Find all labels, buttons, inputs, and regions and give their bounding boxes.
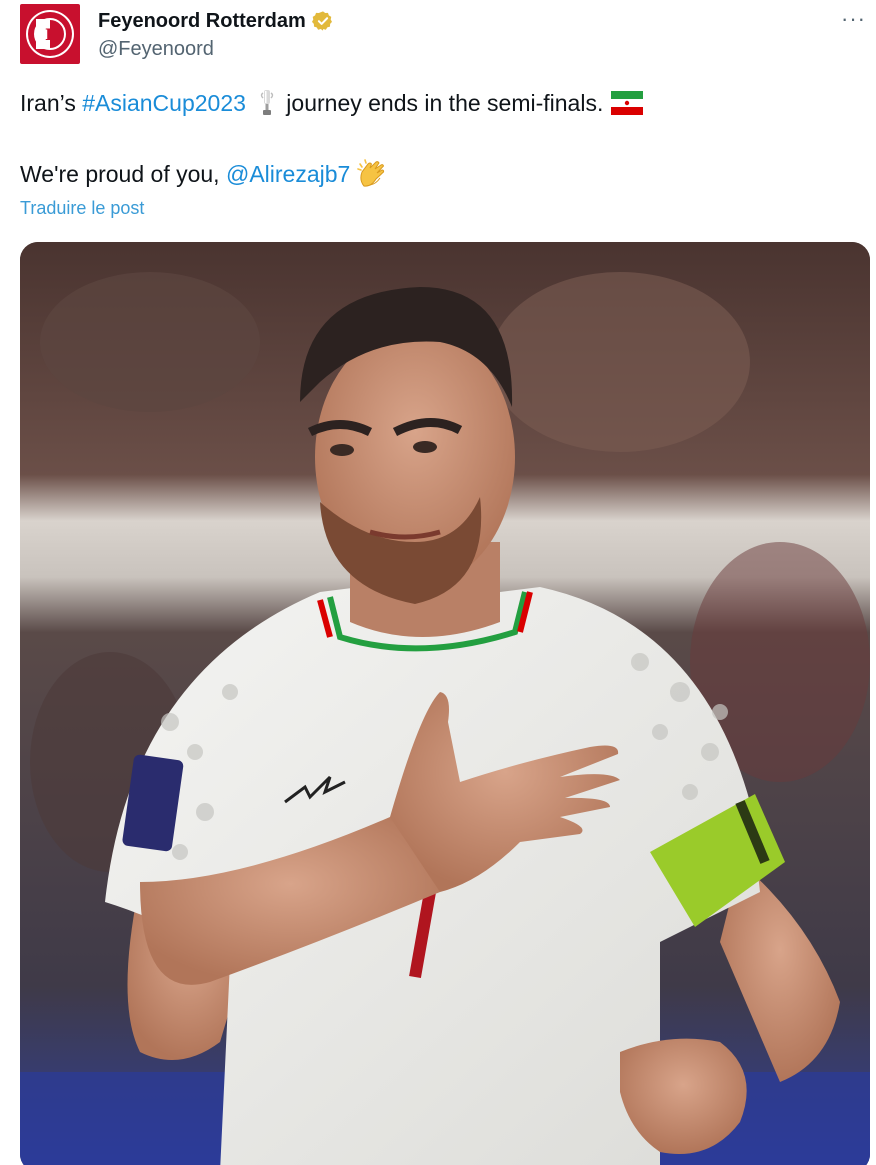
mention-link[interactable]: @Alirezajb7 — [226, 157, 350, 191]
tweet-text: Iran’s #AsianCup2023 journey ends in the… — [20, 86, 860, 191]
more-options-button[interactable]: ··· — [841, 6, 866, 32]
tweet-text-part: Iran’s — [20, 90, 83, 116]
display-name-row: Feyenoord Rotterdam — [98, 8, 334, 34]
display-name[interactable]: Feyenoord Rotterdam — [98, 10, 306, 33]
svg-text:F: F — [45, 25, 57, 44]
account-names: Feyenoord Rotterdam @Feyenoord — [98, 8, 334, 61]
iran-flag-icon — [611, 91, 644, 115]
tweet-media-image[interactable] — [20, 242, 870, 1165]
avatar[interactable]: F — [20, 4, 80, 64]
feyenoord-crest-icon: F — [26, 10, 74, 58]
translate-post-link[interactable]: Traduire le post — [20, 198, 144, 219]
tweet-line-1: Iran’s #AsianCup2023 journey ends in the… — [20, 86, 860, 120]
verified-badge-icon[interactable] — [311, 10, 334, 32]
tweet-line-2: We're proud of you, @Alirezajb7 — [20, 157, 860, 191]
tweet-text-part: journey ends in the semi-finals. — [279, 90, 604, 116]
player-photo — [20, 242, 870, 1165]
account-handle[interactable]: @Feyenoord — [98, 38, 334, 61]
clapping-hands-icon — [357, 159, 385, 187]
tweet-text-part: We're proud of you, — [20, 161, 226, 187]
hashtag-link[interactable]: #AsianCup2023 — [82, 86, 246, 120]
trophy-icon — [260, 90, 274, 115]
tweet-header: F Feyenoord Rotterdam @Feyenoord ··· — [20, 4, 870, 64]
